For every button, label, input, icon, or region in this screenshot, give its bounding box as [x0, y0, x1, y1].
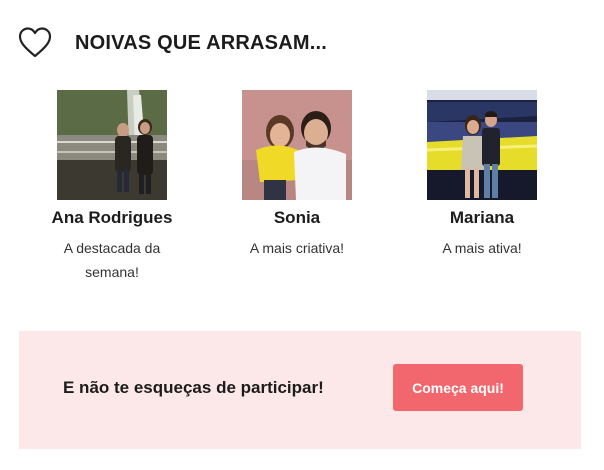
participate-banner: E não te esqueças de participar! Começa … [19, 331, 581, 449]
bride-card-sonia[interactable]: Sonia A mais criativa! [204, 90, 390, 260]
brides-list: Ana Rodrigues A destacada da semana! Son… [0, 90, 604, 290]
start-here-button[interactable]: Começa aqui! [393, 364, 523, 411]
bride-photo[interactable] [427, 90, 537, 200]
bride-photo[interactable] [57, 90, 167, 200]
bride-photo[interactable] [242, 90, 352, 200]
bride-card-mariana[interactable]: Mariana A mais ativa! [389, 90, 575, 260]
participate-text: E não te esqueças de participar! [63, 378, 324, 397]
bride-name[interactable]: Mariana [389, 208, 575, 228]
bride-name[interactable]: Ana Rodrigues [19, 208, 205, 228]
section-header: NOIVAS QUE ARRASAM... [18, 26, 327, 60]
bride-description: A mais criativa! [249, 240, 345, 256]
section-title: NOIVAS QUE ARRASAM... [75, 31, 327, 54]
bride-card-ana-rodrigues[interactable]: Ana Rodrigues A destacada da semana! [19, 90, 205, 284]
bride-name[interactable]: Sonia [204, 208, 390, 228]
heart-outline-icon[interactable] [18, 26, 52, 60]
bride-description: A mais ativa! [442, 240, 522, 256]
bride-description: A destacada da semana! [63, 240, 161, 280]
